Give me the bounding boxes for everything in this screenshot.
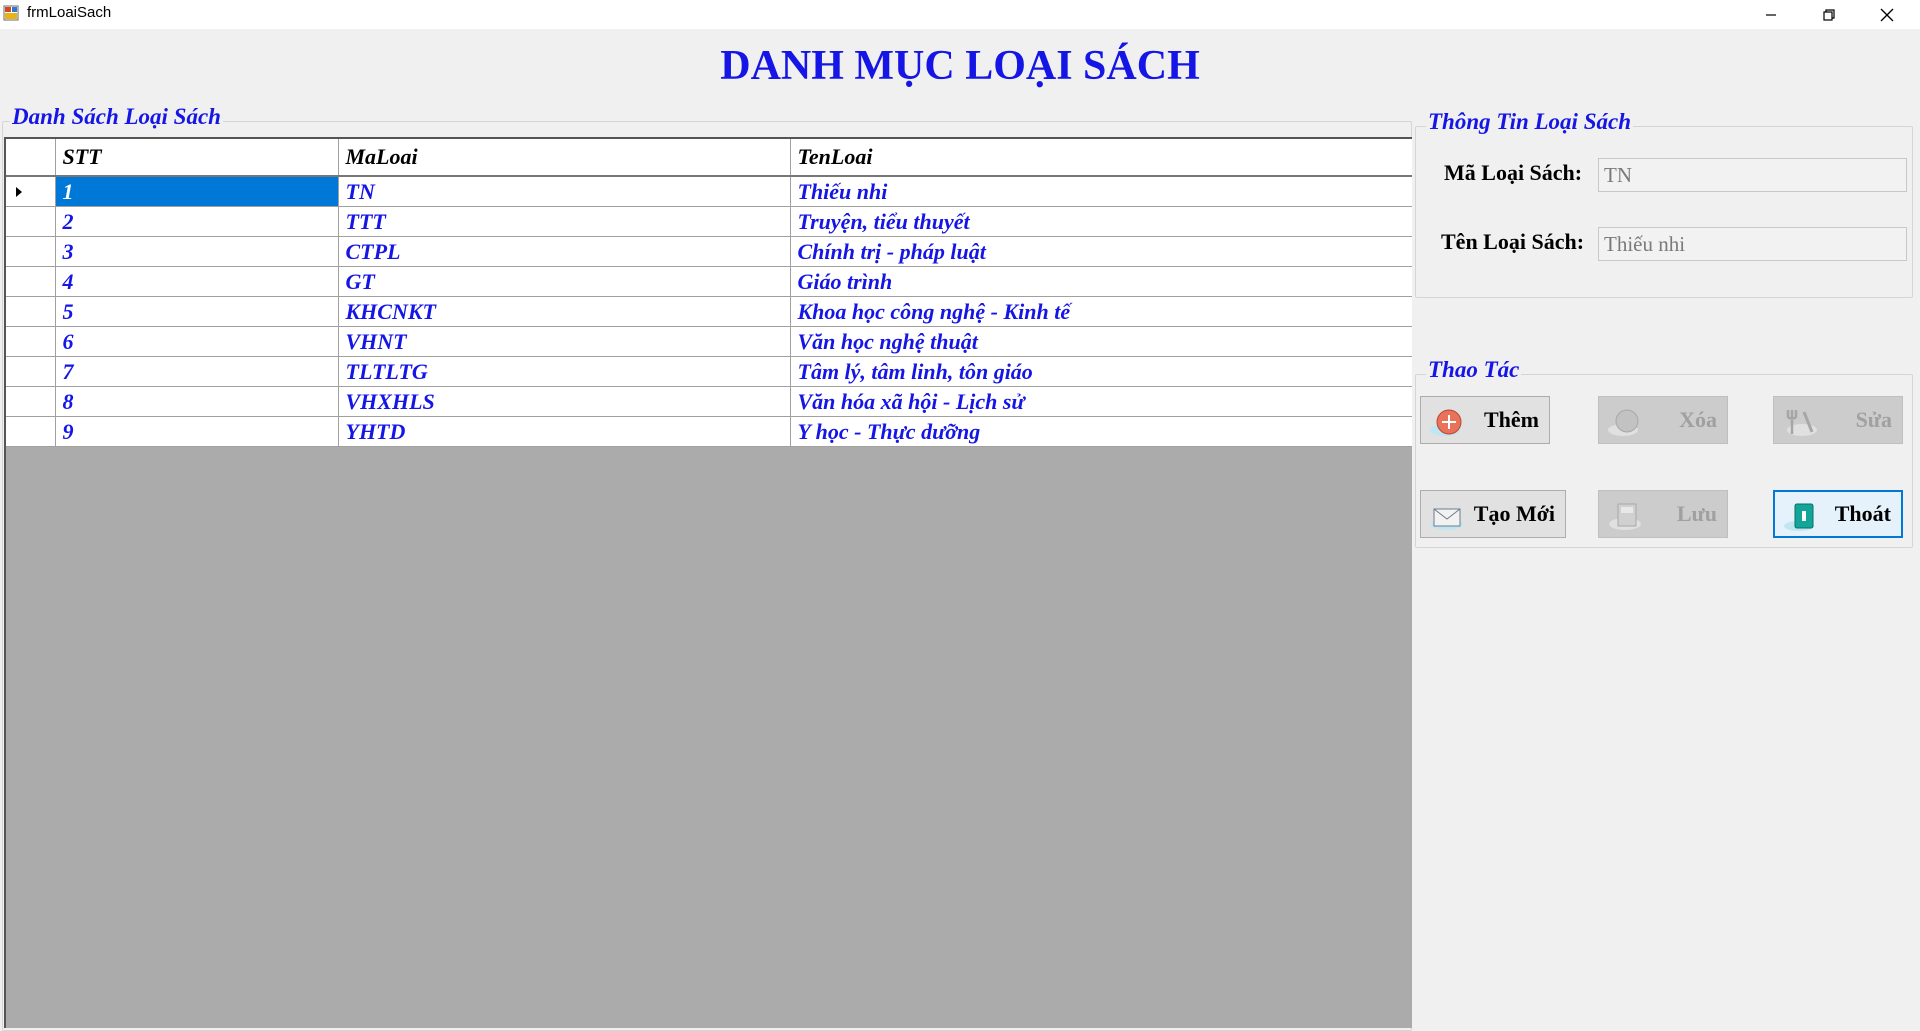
row-header[interactable] xyxy=(6,356,56,387)
row-header[interactable] xyxy=(6,296,56,327)
cell-tenloai[interactable]: Văn học nghệ thuật xyxy=(790,326,1412,357)
sua-button[interactable]: Sửa xyxy=(1773,396,1903,444)
minimize-button[interactable] xyxy=(1742,0,1800,29)
app-icon xyxy=(3,5,19,21)
actions-group-title: Thao Tác xyxy=(1426,357,1522,383)
page-title: DANH MỤC LOẠI SÁCH xyxy=(720,43,1200,89)
cell-tenloai[interactable]: Truyện, tiểu thuyết xyxy=(790,206,1412,237)
cell-maloai[interactable]: VHXHLS xyxy=(338,386,791,417)
cell-stt[interactable]: 5 xyxy=(55,296,339,327)
row-header[interactable] xyxy=(6,386,56,417)
cell-tenloai[interactable]: Y học - Thực dưỡng xyxy=(790,416,1412,447)
row-header[interactable] xyxy=(6,176,56,207)
edit-tools-icon xyxy=(1786,410,1817,436)
loaisach-datagrid[interactable]: STT MaLoai TenLoai 1 TN Thiếu nhi 2 TTT … xyxy=(4,137,1412,1028)
ten-loai-label: Tên Loại Sách: xyxy=(1441,229,1585,254)
close-button[interactable] xyxy=(1858,0,1916,29)
info-groupbox xyxy=(1415,126,1913,298)
restore-icon xyxy=(1823,8,1835,21)
window-titlebar: frmLoaiSach xyxy=(0,0,1920,29)
cell-maloai[interactable]: TN xyxy=(338,176,791,207)
row-header[interactable] xyxy=(6,326,56,357)
table-row[interactable]: 4 GT Giáo trình xyxy=(6,266,1412,297)
delete-icon xyxy=(1608,409,1639,436)
cell-stt[interactable]: 3 xyxy=(55,236,339,267)
save-icon xyxy=(1609,503,1641,530)
cell-tenloai[interactable]: Thiếu nhi xyxy=(790,176,1412,207)
luu-button[interactable]: Lưu xyxy=(1598,490,1728,538)
row-header[interactable] xyxy=(6,416,56,447)
restore-button[interactable] xyxy=(1800,0,1858,29)
table-row[interactable]: 7 TLTLTG Tâm lý, tâm linh, tôn giáo xyxy=(6,356,1412,387)
cell-tenloai[interactable]: Khoa học công nghệ - Kinh tế xyxy=(790,296,1412,327)
row-header[interactable] xyxy=(6,266,56,297)
thoat-button[interactable]: Thoát xyxy=(1773,490,1903,538)
ten-loai-field[interactable]: Thiếu nhi xyxy=(1598,227,1907,261)
row-header-corner xyxy=(6,139,56,177)
xoa-label: Xóa xyxy=(1679,407,1717,432)
add-icon xyxy=(1430,409,1462,436)
table-row[interactable]: 6 VHNT Văn học nghệ thuật xyxy=(6,326,1412,357)
cell-stt[interactable]: 8 xyxy=(55,386,339,417)
tao-moi-button[interactable]: Tạo Mới xyxy=(1420,490,1566,538)
new-mail-icon xyxy=(1431,508,1463,530)
grid-table: STT MaLoai TenLoai 1 TN Thiếu nhi 2 TTT … xyxy=(6,139,1412,447)
table-row[interactable]: 2 TTT Truyện, tiểu thuyết xyxy=(6,206,1412,237)
table-row[interactable]: 8 VHXHLS Văn hóa xã hội - Lịch sử xyxy=(6,386,1412,417)
ma-loai-field[interactable]: TN xyxy=(1598,158,1907,192)
cell-maloai[interactable]: KHCNKT xyxy=(338,296,791,327)
table-row[interactable]: 9 YHTD Y học - Thực dưỡng xyxy=(6,416,1412,447)
tao-moi-label: Tạo Mới xyxy=(1473,501,1555,526)
sua-label: Sửa xyxy=(1855,407,1892,432)
minimize-icon xyxy=(1766,13,1776,16)
row-header[interactable] xyxy=(6,206,56,237)
table-row[interactable]: 3 CTPL Chính trị - pháp luật xyxy=(6,236,1412,267)
cell-stt[interactable]: 2 xyxy=(55,206,339,237)
info-group-title: Thông Tin Loại Sách xyxy=(1426,109,1633,135)
row-header[interactable] xyxy=(6,236,56,267)
cell-tenloai[interactable]: Văn hóa xã hội - Lịch sử xyxy=(790,386,1412,417)
table-row[interactable]: 5 KHCNKT Khoa học công nghệ - Kinh tế xyxy=(6,296,1412,327)
grid-header-row: STT MaLoai TenLoai xyxy=(6,139,1412,177)
cell-maloai[interactable]: YHTD xyxy=(338,416,791,447)
cell-stt[interactable]: 1 xyxy=(55,176,339,207)
window-title: frmLoaiSach xyxy=(27,4,112,21)
xoa-button[interactable]: Xóa xyxy=(1598,396,1728,444)
cell-stt[interactable]: 9 xyxy=(55,416,339,447)
thoat-label: Thoát xyxy=(1834,501,1891,526)
close-icon xyxy=(1880,8,1894,21)
cell-stt[interactable]: 6 xyxy=(55,326,339,357)
cell-maloai[interactable]: CTPL xyxy=(338,236,791,267)
current-row-arrow-icon xyxy=(16,186,22,197)
cell-maloai[interactable]: GT xyxy=(338,266,791,297)
list-group-title: Danh Sách Loại Sách xyxy=(10,104,223,130)
table-row[interactable]: 1 TN Thiếu nhi xyxy=(6,176,1412,207)
cell-maloai[interactable]: TLTLTG xyxy=(338,356,791,387)
luu-label: Lưu xyxy=(1676,501,1717,526)
column-header-maloai[interactable]: MaLoai xyxy=(338,139,791,177)
them-label: Thêm xyxy=(1484,407,1539,432)
column-header-tenloai[interactable]: TenLoai xyxy=(790,139,1412,177)
cell-maloai[interactable]: VHNT xyxy=(338,326,791,357)
cell-tenloai[interactable]: Giáo trình xyxy=(790,266,1412,297)
ma-loai-label: Mã Loại Sách: xyxy=(1444,160,1583,185)
column-header-stt[interactable]: STT xyxy=(55,139,339,177)
cell-stt[interactable]: 7 xyxy=(55,356,339,387)
cell-maloai[interactable]: TTT xyxy=(338,206,791,237)
exit-door-icon xyxy=(1784,503,1814,531)
cell-stt[interactable]: 4 xyxy=(55,266,339,297)
cell-tenloai[interactable]: Tâm lý, tâm linh, tôn giáo xyxy=(790,356,1412,387)
cell-tenloai[interactable]: Chính trị - pháp luật xyxy=(790,236,1412,267)
them-button[interactable]: Thêm xyxy=(1420,396,1550,444)
